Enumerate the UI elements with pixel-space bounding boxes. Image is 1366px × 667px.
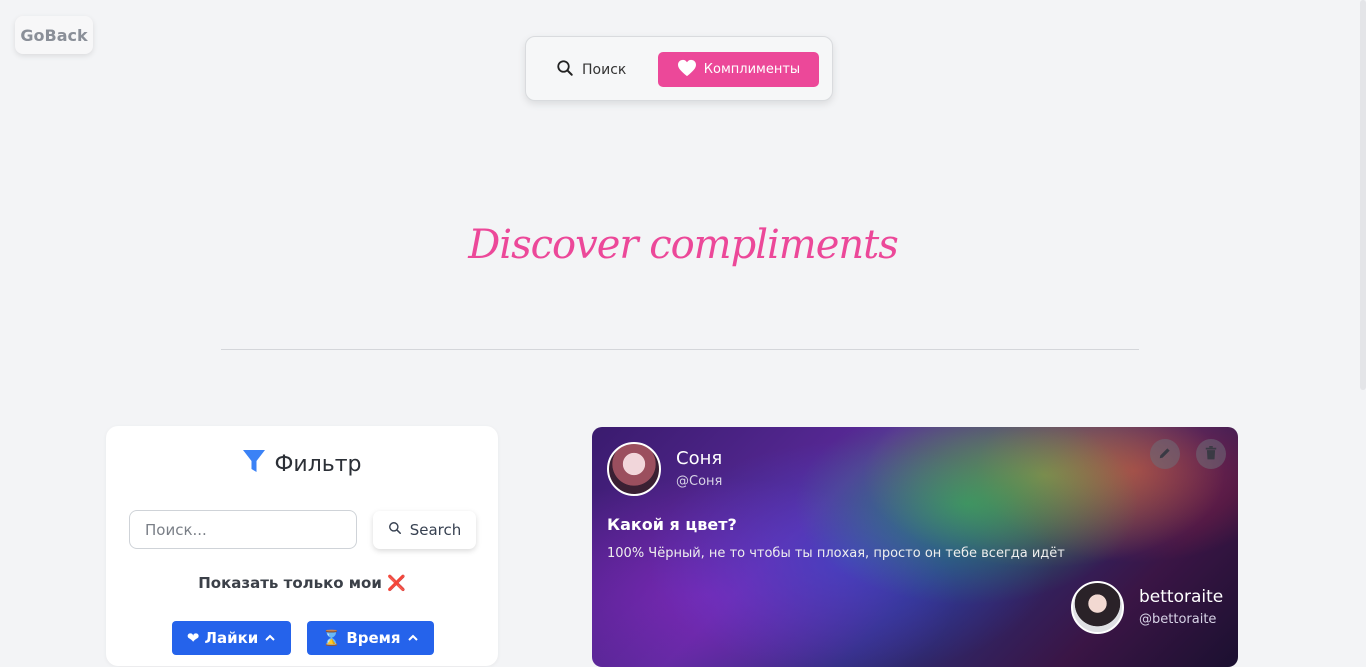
- search-button-label: Search: [409, 521, 462, 539]
- search-icon: [388, 521, 402, 539]
- search-button[interactable]: Search: [373, 511, 476, 549]
- heart-icon: [677, 59, 697, 81]
- trash-icon: [1205, 445, 1217, 464]
- nav-compliments-label: Комплименты: [703, 62, 801, 77]
- divider: [221, 349, 1139, 350]
- compliment-card[interactable]: Соня @Соня Какой я цвет? 100% Чёрный, не…: [592, 427, 1238, 667]
- page-title: Discover compliments: [468, 222, 899, 268]
- target-handle: @bettoraite: [1139, 612, 1217, 627]
- goback-label: GoBack: [20, 25, 88, 45]
- nav-compliments-tab[interactable]: Комплименты: [658, 52, 819, 87]
- compliment-title: Какой я цвет?: [607, 515, 737, 534]
- compliment-text: 100% Чёрный, не то чтобы ты плохая, прос…: [607, 546, 1065, 561]
- author-avatar[interactable]: [607, 442, 661, 496]
- nav-search-tab[interactable]: Поиск: [556, 53, 626, 87]
- sort-time-button[interactable]: ⌛ Время: [307, 621, 434, 655]
- sort-time-label: ⌛ Время: [322, 629, 401, 647]
- goback-button[interactable]: GoBack: [15, 16, 93, 54]
- top-nav: Поиск Комплименты: [525, 36, 833, 101]
- pencil-icon: [1158, 445, 1172, 464]
- only-mine-toggle[interactable]: Показать только мои ❌: [106, 574, 498, 592]
- edit-button[interactable]: [1150, 439, 1180, 469]
- chevron-up-icon: [407, 629, 419, 647]
- target-name[interactable]: bettoraite: [1139, 587, 1223, 607]
- chevron-up-icon: [264, 629, 276, 647]
- target-avatar[interactable]: [1071, 581, 1124, 634]
- filter-icon: [242, 448, 266, 480]
- filter-heading: Фильтр: [106, 448, 498, 480]
- sort-likes-button[interactable]: ❤ Лайки: [172, 621, 291, 655]
- nav-search-label: Поиск: [582, 62, 627, 78]
- delete-button[interactable]: [1196, 439, 1226, 469]
- author-name[interactable]: Соня: [676, 448, 722, 469]
- filter-card: Фильтр Search Показать только мои ❌ ❤ Ла…: [106, 426, 498, 666]
- filter-title: Фильтр: [274, 451, 362, 477]
- search-input[interactable]: [129, 510, 357, 549]
- search-icon: [556, 59, 574, 81]
- scrollbar[interactable]: [1360, 0, 1366, 390]
- sort-likes-label: ❤ Лайки: [186, 629, 259, 647]
- author-handle: @Соня: [676, 474, 723, 489]
